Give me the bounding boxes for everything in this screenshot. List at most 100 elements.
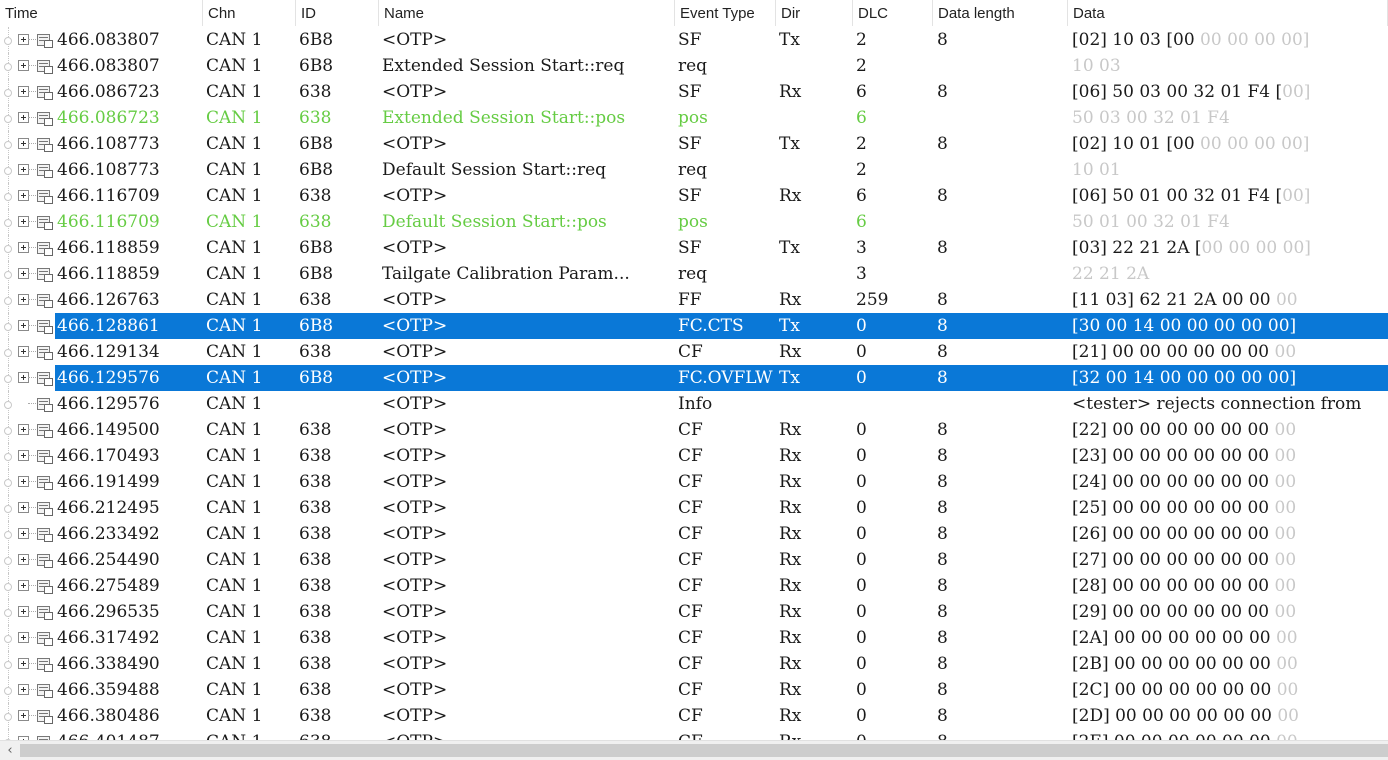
cell-name: <OTP> — [382, 706, 448, 726]
scroll-left-arrow-icon[interactable]: ‹ — [4, 741, 16, 760]
message-icon — [37, 138, 53, 152]
table-row[interactable]: 466.296535 CAN 1 638 <OTP> CF Rx 0 8 [29] 00 00 … — [0, 599, 1388, 625]
cell-id: 638 — [299, 498, 332, 518]
cell-name: <OTP> — [382, 134, 448, 154]
data-bytes-padding: 00 — [1275, 290, 1298, 310]
table-row[interactable]: 466.116709 CAN 1 638 Default Session Start:… — [0, 209, 1388, 235]
cell-time: 466.108773 — [57, 134, 160, 154]
table-row[interactable]: 466.233492 CAN 1 638 <OTP> CF Rx 0 8 [26] 00 00 … — [0, 521, 1388, 547]
message-icon-overlay — [44, 586, 53, 594]
data-bytes: [24] 00 00 00 00 00 00 — [1072, 472, 1275, 492]
horizontal-scrollbar[interactable]: ‹ — [0, 740, 1388, 760]
cell-data: [29] 00 00 00 00 00 00 00 — [1072, 599, 1388, 625]
data-bytes: [02] 10 03 [00 — [1072, 30, 1195, 50]
message-icon-overlay — [44, 144, 53, 152]
message-icon — [37, 346, 53, 360]
table-row[interactable]: 466.118859 CAN 1 6B8 <OTP> SF Tx 3 8 [03] 22 21 … — [0, 235, 1388, 261]
message-icon — [37, 112, 53, 126]
table-row[interactable]: 466.129134 CAN 1 638 <OTP> CF Rx 0 8 [21] 00 00 … — [0, 339, 1388, 365]
table-row[interactable]: 466.108773 CAN 1 6B8 <OTP> SF Tx 2 8 [02] 10 01 … — [0, 131, 1388, 157]
message-icon-overlay — [44, 92, 53, 100]
cell-time: 466.233492 — [57, 524, 160, 544]
table-row[interactable]: 466.359488 CAN 1 638 <OTP> CF Rx 0 8 [2C] 00 00 … — [0, 677, 1388, 703]
tree-node-icon — [4, 531, 12, 539]
tree-node-icon — [4, 687, 12, 695]
tree-branch — [28, 611, 36, 612]
cell-data: [2E] 00 00 00 00 00 00 00 — [1072, 729, 1388, 740]
table-row[interactable]: 466.170493 CAN 1 638 <OTP> CF Rx 0 8 [23] 00 00 … — [0, 443, 1388, 469]
cell-data-length: 8 — [937, 186, 948, 206]
cell-dir: Rx — [779, 342, 802, 362]
message-icon-overlay — [44, 352, 53, 360]
cell-id: 638 — [299, 472, 332, 492]
message-icon — [37, 34, 53, 48]
column-header-channel[interactable]: Chn — [203, 0, 296, 26]
cell-data-length: 8 — [937, 290, 948, 310]
table-row[interactable]: 466.126763 CAN 1 638 <OTP> FF Rx 259 8 [11 03] 6… — [0, 287, 1388, 313]
column-header-id[interactable]: ID — [296, 0, 379, 26]
cell-time: 466.380486 — [57, 706, 160, 726]
cell-dlc: 0 — [856, 316, 867, 336]
cell-time: 466.149500 — [57, 420, 160, 440]
scrollbar-thumb[interactable] — [20, 744, 1388, 757]
tree-node-icon — [4, 219, 12, 227]
message-icon — [37, 632, 53, 646]
message-icon-overlay — [44, 716, 53, 724]
tree-branch — [28, 117, 36, 118]
cell-data: [24] 00 00 00 00 00 00 00 — [1072, 469, 1388, 495]
data-bytes: [27] 00 00 00 00 00 00 — [1072, 550, 1275, 570]
table-row[interactable]: 466.083807 CAN 1 6B8 <OTP> SF Tx 2 8 [02] 10 03 … — [0, 27, 1388, 53]
cell-dlc: 6 — [856, 186, 867, 206]
tree-branch — [28, 429, 36, 430]
table-row[interactable]: 466.254490 CAN 1 638 <OTP> CF Rx 0 8 [27] 00 00 … — [0, 547, 1388, 573]
table-row[interactable]: 466.083807 CAN 1 6B8 Extended Session Start… — [0, 53, 1388, 79]
table-row[interactable]: 466.149500 CAN 1 638 <OTP> CF Rx 0 8 [22] 00 00 … — [0, 417, 1388, 443]
message-icon-overlay — [44, 508, 53, 516]
tree-node-icon — [4, 635, 12, 643]
tree-connector — [0, 261, 55, 287]
column-header-dlc[interactable]: DLC — [853, 0, 933, 26]
cell-data-length: 8 — [937, 680, 948, 700]
cell-dir: Rx — [779, 186, 802, 206]
table-row[interactable]: 466.212495 CAN 1 638 <OTP> CF Rx 0 8 [25] 00 00 … — [0, 495, 1388, 521]
table-row[interactable]: 466.191499 CAN 1 638 <OTP> CF Rx 0 8 [24] 00 00 … — [0, 469, 1388, 495]
table-row[interactable]: 466.108773 CAN 1 6B8 Default Session Start:… — [0, 157, 1388, 183]
cell-dlc: 0 — [856, 729, 933, 740]
table-row[interactable]: 466.118859 CAN 1 6B8 Tailgate Calibration P… — [0, 261, 1388, 287]
cell-data-length — [937, 105, 1068, 131]
cell-dir: Tx — [779, 134, 800, 154]
column-header-event-type[interactable]: Event Type — [675, 0, 776, 26]
cell-time: 466.118859 — [57, 264, 160, 284]
data-bytes: [32 00 14 00 00 00 00 00] — [1072, 368, 1297, 388]
table-row[interactable]: 466.380486 CAN 1 638 <OTP> CF Rx 0 8 [2D] 00 00 … — [0, 703, 1388, 729]
column-header-time[interactable]: Time — [0, 0, 203, 26]
cell-data: 22 21 2A — [1072, 261, 1388, 287]
cell-event-type: CF — [678, 524, 703, 544]
column-header-name[interactable]: Name — [379, 0, 675, 26]
cell-dir — [779, 53, 853, 79]
table-row[interactable]: 466.338490 CAN 1 638 <OTP> CF Rx 0 8 [2B] 00 00 … — [0, 651, 1388, 677]
message-icon — [37, 190, 53, 204]
cell-name: <OTP> — [382, 368, 448, 388]
table-row[interactable]: 466.401487CAN 1638<OTP>CFRx08 [2E] 00 00 … — [0, 729, 1388, 740]
tree-node-icon — [4, 193, 12, 201]
table-row[interactable]: 466.275489 CAN 1 638 <OTP> CF Rx 0 8 [28] 00 00 … — [0, 573, 1388, 599]
column-header-data[interactable]: Data — [1068, 0, 1388, 26]
table-row[interactable]: 466.086723 CAN 1 638 Extended Session Start… — [0, 105, 1388, 131]
cell-data: 10 03 — [1072, 53, 1388, 79]
table-row[interactable]: 466.129576 CAN 1 <OTP> Info <tester> rejects… — [0, 391, 1388, 417]
table-row[interactable]: 466.129576 CAN 1 6B8 <OTP> FC.OVFLW Tx 0 8 [32 0… — [0, 365, 1388, 391]
column-header-data-length[interactable]: Data length — [933, 0, 1068, 26]
column-header-dir[interactable]: Dir — [776, 0, 853, 26]
cell-id: 638 — [299, 628, 332, 648]
cell-name: Tailgate Calibration Param... — [382, 264, 630, 284]
table-row[interactable]: 466.128861 CAN 1 6B8 <OTP> FC.CTS Tx 0 8 [30 00 … — [0, 313, 1388, 339]
table-row[interactable]: 466.116709 CAN 1 638 <OTP> SF Rx 6 8 [06] 50 01 … — [0, 183, 1388, 209]
cell-name: <OTP> — [382, 82, 448, 102]
cell-event-type: CF — [678, 654, 703, 674]
cell-event-type: SF — [678, 82, 702, 102]
table-row[interactable]: 466.317492 CAN 1 638 <OTP> CF Rx 0 8 [2A] 00 00 … — [0, 625, 1388, 651]
table-row[interactable]: 466.086723 CAN 1 638 <OTP> SF Rx 6 8 [06] 50 03 … — [0, 79, 1388, 105]
data-bytes: [29] 00 00 00 00 00 00 — [1072, 602, 1275, 622]
message-icon — [37, 450, 53, 464]
